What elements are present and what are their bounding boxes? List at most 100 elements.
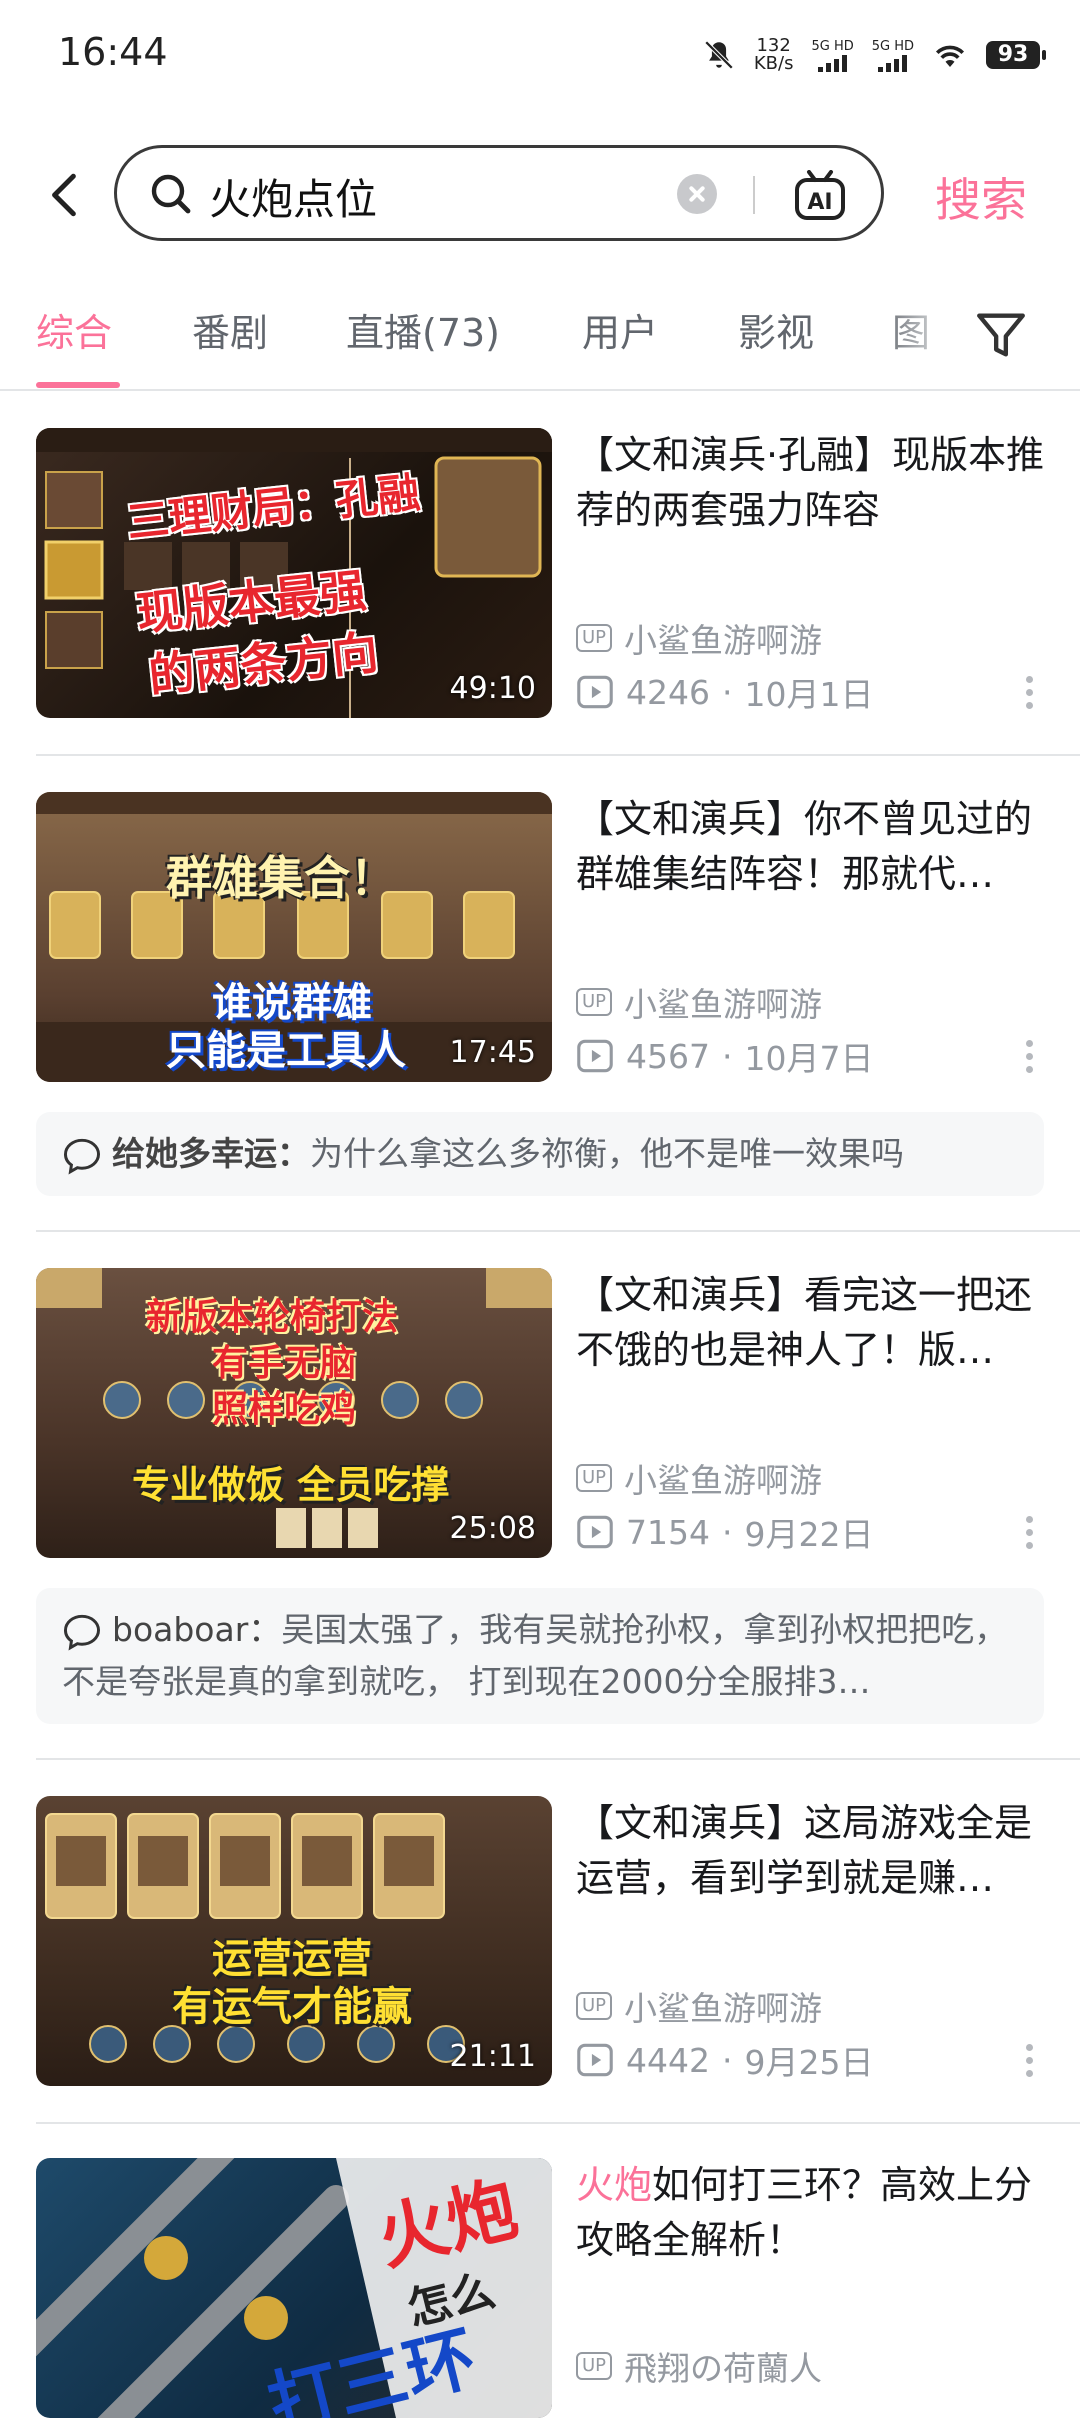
play-count-icon: [577, 2043, 613, 2077]
more-icon[interactable]: [1026, 676, 1034, 709]
uploader-name: 小鲨鱼游啊游: [624, 1989, 823, 2028]
search-button[interactable]: 搜索: [935, 164, 1027, 230]
signal-1: 5G HD: [811, 38, 854, 72]
play-count: 4567: [626, 1036, 710, 1076]
up-badge-icon: UP: [576, 2352, 613, 2380]
video-meta: 4567 · 10月7日: [576, 1032, 873, 1080]
tab-anime[interactable]: 番剧: [192, 302, 268, 357]
video-card[interactable]: 火炮 怎么 打三环 火炮如何打三环？高效上分攻略全解析！ UP 飛翔の荷蘭人: [36, 2158, 1046, 2418]
status-time: 16:44: [58, 30, 168, 74]
search-input[interactable]: 火炮点位 AI: [114, 145, 884, 241]
up-badge-icon: UP: [576, 1464, 613, 1492]
uploader[interactable]: UP 飛翔の荷蘭人: [576, 2342, 822, 2390]
video-title[interactable]: 【文和演兵】看完这一把还不饿的也是神人了！版…: [576, 1268, 1046, 1378]
uploader-name: 小鲨鱼游啊游: [624, 985, 823, 1024]
uploader-name: 飛翔の荷蘭人: [624, 2349, 823, 2388]
video-card[interactable]: 运营运营 有运气才能赢 21:11 【文和演兵】这局游戏全是运营，看到学到就是赚…: [36, 1796, 1044, 2096]
more-icon[interactable]: [1026, 1040, 1034, 1073]
play-count: 7154: [626, 1512, 710, 1552]
clear-icon[interactable]: [677, 174, 717, 214]
video-thumbnail[interactable]: 三理财局：孔融 现版本最强 的两条方向 49:10: [36, 428, 552, 718]
uploader[interactable]: UP 小鲨鱼游啊游: [576, 978, 822, 1026]
video-title[interactable]: 【文和演兵】这局游戏全是运营，看到学到就是赚…: [576, 1796, 1046, 1906]
more-icon[interactable]: [1026, 2044, 1034, 2077]
play-count-icon: [577, 1039, 613, 1073]
thumbnail-caption-1: 群雄集合！: [166, 851, 396, 905]
active-tab-indicator: [36, 382, 120, 388]
publish-date: 9月22日: [744, 1515, 874, 1554]
play-count: 4442: [626, 2040, 710, 2080]
video-duration: 25:08: [449, 1511, 536, 1546]
signal-bars-icon: [878, 54, 908, 72]
battery-icon: 93: [986, 41, 1046, 69]
back-arrow-icon[interactable]: [40, 170, 90, 220]
comment-icon: [63, 1138, 101, 1175]
hot-comment[interactable]: boaboar：吴国太强了，我有吴就抢孙权，拿到孙权把把吃，不是夸张是真的拿到就…: [36, 1588, 1044, 1724]
video-duration: 21:11: [449, 2039, 536, 2074]
uploader[interactable]: UP 小鲨鱼游啊游: [576, 1454, 822, 1502]
search-icon: [151, 174, 191, 214]
play-count-icon: [577, 1515, 613, 1549]
publish-date: 10月7日: [744, 1039, 874, 1078]
up-badge-icon: UP: [576, 988, 613, 1016]
thumbnail-caption-2: 有手无脑: [212, 1343, 357, 1384]
video-card[interactable]: 三理财局：孔融 现版本最强 的两条方向 49:10 【文和演兵·孔融】现版本推荐…: [36, 428, 1044, 728]
card-divider: [36, 754, 1080, 756]
signal-1-label: 5G HD: [811, 38, 854, 54]
video-meta: 7154 · 9月22日: [576, 1508, 873, 1556]
video-thumbnail[interactable]: 群雄集合！ 谁说群雄 只能是工具人 17:45: [36, 792, 552, 1082]
wifi-icon: [935, 45, 965, 67]
comment-user: 给她多幸运：: [112, 1134, 310, 1173]
signal-2-label: 5G HD: [871, 38, 914, 54]
title-highlight: 火炮: [576, 2163, 653, 2207]
svg-text:AI: AI: [807, 190, 832, 215]
video-title[interactable]: 【文和演兵】你不曾见过的群雄集结阵容！那就代…: [576, 792, 1046, 902]
result-tabs: 综合 番剧 直播(73) 用户 影视 图: [0, 280, 1080, 390]
filter-icon[interactable]: [972, 306, 1030, 364]
tab-users[interactable]: 用户: [582, 302, 658, 357]
video-card[interactable]: 群雄集合！ 谁说群雄 只能是工具人 17:45 【文和演兵】你不曾见过的群雄集结…: [36, 792, 1044, 1092]
status-icons: 132 KB/s 5G HD 5G HD 93: [702, 30, 1046, 80]
tabs-divider: [0, 389, 1080, 391]
comment-icon: [63, 1614, 101, 1651]
hot-comment[interactable]: 给她多幸运：为什么拿这么多祢衡，他不是唯一效果吗: [36, 1112, 1044, 1196]
meta-dot: ·: [721, 2040, 733, 2080]
meta-dot: ·: [721, 672, 733, 712]
publish-date: 10月1日: [744, 675, 874, 714]
video-title[interactable]: 火炮如何打三环？高效上分攻略全解析！: [576, 2158, 1046, 2268]
card-divider: [36, 1758, 1080, 1760]
meta-dot: ·: [721, 1512, 733, 1552]
up-badge-icon: UP: [576, 1992, 613, 2020]
video-card[interactable]: 新版本轮椅打法 有手无脑 照样吃鸡 专业做饭 全员吃撑 25:08 【文和演兵】…: [36, 1268, 1044, 1568]
comment-text: 为什么拿这么多祢衡，他不是唯一效果吗: [310, 1134, 904, 1173]
search-query: 火炮点位: [209, 175, 378, 224]
uploader[interactable]: UP 小鲨鱼游啊游: [576, 1982, 822, 2030]
tab-live[interactable]: 直播(73): [346, 302, 500, 357]
search-divider: [753, 176, 755, 214]
video-meta: 4246 · 10月1日: [576, 668, 873, 716]
video-thumbnail[interactable]: 新版本轮椅打法 有手无脑 照样吃鸡 专业做饭 全员吃撑 25:08: [36, 1268, 552, 1558]
comment-user: boaboar：: [112, 1610, 282, 1649]
thumbnail-caption-1: 新版本轮椅打法: [146, 1297, 399, 1338]
video-duration: 49:10: [449, 671, 536, 706]
play-count: 4246: [626, 672, 710, 712]
video-thumbnail[interactable]: 火炮 怎么 打三环: [36, 2158, 552, 2418]
signal-bars-icon: [818, 54, 848, 72]
video-title[interactable]: 【文和演兵·孔融】现版本推荐的两套强力阵容: [576, 428, 1046, 538]
more-icon[interactable]: [1026, 1516, 1034, 1549]
uploader[interactable]: UP 小鲨鱼游啊游: [576, 614, 822, 662]
video-thumbnail[interactable]: 运营运营 有运气才能赢 21:11: [36, 1796, 552, 2086]
tab-all[interactable]: 综合: [36, 302, 112, 357]
ai-icon[interactable]: AI: [793, 170, 847, 222]
up-badge-icon: UP: [576, 624, 613, 652]
mute-bell-icon: [704, 40, 734, 70]
publish-date: 9月25日: [744, 2043, 874, 2082]
search-bar-row: 火炮点位 AI 搜索: [0, 140, 1080, 250]
play-count-icon: [577, 675, 613, 709]
thumbnail-caption-4: 专业做饭 全员吃撑: [132, 1463, 450, 1507]
meta-dot: ·: [721, 1036, 733, 1076]
net-speed: 132 KB/s: [754, 37, 794, 73]
tab-movies[interactable]: 影视: [738, 302, 814, 357]
uploader-name: 小鲨鱼游啊游: [624, 1461, 823, 1500]
status-bar: 16:44 132 KB/s 5G HD 5G HD 93: [0, 0, 1080, 110]
